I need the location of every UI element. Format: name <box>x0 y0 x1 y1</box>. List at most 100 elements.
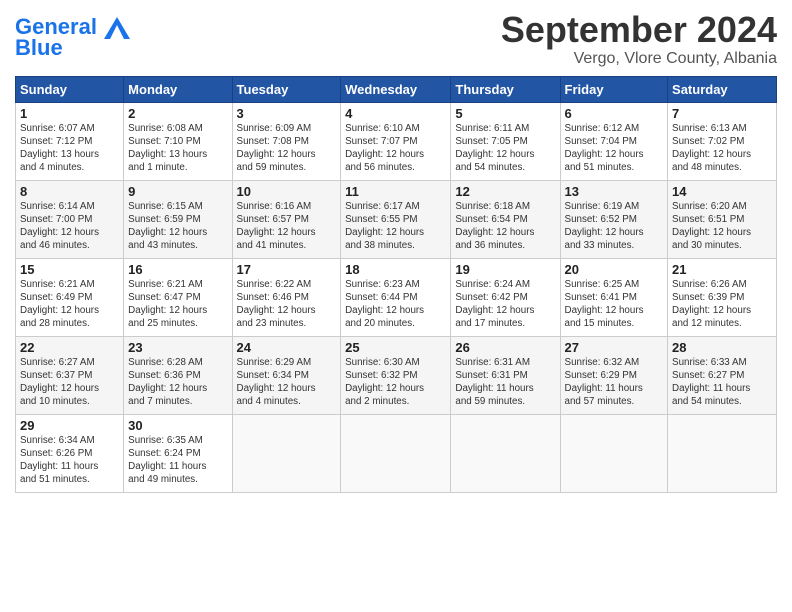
weekday-header-tuesday: Tuesday <box>232 76 341 102</box>
weekday-header-friday: Friday <box>560 76 668 102</box>
calendar-cell <box>341 414 451 492</box>
day-number: 8 <box>20 184 119 199</box>
day-info: Sunrise: 6:11 AMSunset: 7:05 PMDaylight:… <box>455 122 555 175</box>
day-info: Sunrise: 6:07 AMSunset: 7:12 PMDaylight:… <box>20 122 119 175</box>
calendar-cell: 29Sunrise: 6:34 AMSunset: 6:26 PMDayligh… <box>16 414 124 492</box>
day-info: Sunrise: 6:15 AMSunset: 6:59 PMDaylight:… <box>128 200 227 253</box>
day-info: Sunrise: 6:16 AMSunset: 6:57 PMDaylight:… <box>237 200 337 253</box>
day-info: Sunrise: 6:34 AMSunset: 6:26 PMDaylight:… <box>20 434 119 487</box>
day-info: Sunrise: 6:27 AMSunset: 6:37 PMDaylight:… <box>20 356 119 409</box>
calendar-cell: 24Sunrise: 6:29 AMSunset: 6:34 PMDayligh… <box>232 336 341 414</box>
calendar-cell: 5Sunrise: 6:11 AMSunset: 7:05 PMDaylight… <box>451 102 560 180</box>
day-number: 21 <box>672 262 772 277</box>
day-info: Sunrise: 6:10 AMSunset: 7:07 PMDaylight:… <box>345 122 446 175</box>
day-number: 4 <box>345 106 446 121</box>
day-info: Sunrise: 6:30 AMSunset: 6:32 PMDaylight:… <box>345 356 446 409</box>
day-info: Sunrise: 6:12 AMSunset: 7:04 PMDaylight:… <box>565 122 664 175</box>
calendar-cell: 10Sunrise: 6:16 AMSunset: 6:57 PMDayligh… <box>232 180 341 258</box>
calendar-cell: 2Sunrise: 6:08 AMSunset: 7:10 PMDaylight… <box>124 102 232 180</box>
month-title: September 2024 <box>501 10 777 50</box>
day-number: 12 <box>455 184 555 199</box>
day-number: 22 <box>20 340 119 355</box>
day-info: Sunrise: 6:20 AMSunset: 6:51 PMDaylight:… <box>672 200 772 253</box>
calendar-cell: 26Sunrise: 6:31 AMSunset: 6:31 PMDayligh… <box>451 336 560 414</box>
day-info: Sunrise: 6:08 AMSunset: 7:10 PMDaylight:… <box>128 122 227 175</box>
calendar-cell: 21Sunrise: 6:26 AMSunset: 6:39 PMDayligh… <box>668 258 777 336</box>
day-number: 27 <box>565 340 664 355</box>
calendar-cell <box>668 414 777 492</box>
calendar-cell: 1Sunrise: 6:07 AMSunset: 7:12 PMDaylight… <box>16 102 124 180</box>
subtitle: Vergo, Vlore County, Albania <box>501 50 777 68</box>
day-info: Sunrise: 6:21 AMSunset: 6:47 PMDaylight:… <box>128 278 227 331</box>
day-info: Sunrise: 6:13 AMSunset: 7:02 PMDaylight:… <box>672 122 772 175</box>
day-number: 25 <box>345 340 446 355</box>
calendar-cell: 12Sunrise: 6:18 AMSunset: 6:54 PMDayligh… <box>451 180 560 258</box>
calendar-cell: 23Sunrise: 6:28 AMSunset: 6:36 PMDayligh… <box>124 336 232 414</box>
calendar-cell <box>232 414 341 492</box>
day-info: Sunrise: 6:22 AMSunset: 6:46 PMDaylight:… <box>237 278 337 331</box>
weekday-header-sunday: Sunday <box>16 76 124 102</box>
calendar-cell: 18Sunrise: 6:23 AMSunset: 6:44 PMDayligh… <box>341 258 451 336</box>
day-number: 19 <box>455 262 555 277</box>
calendar: SundayMondayTuesdayWednesdayThursdayFrid… <box>15 76 777 493</box>
weekday-header-monday: Monday <box>124 76 232 102</box>
day-info: Sunrise: 6:32 AMSunset: 6:29 PMDaylight:… <box>565 356 664 409</box>
calendar-cell <box>451 414 560 492</box>
calendar-cell: 8Sunrise: 6:14 AMSunset: 7:00 PMDaylight… <box>16 180 124 258</box>
day-info: Sunrise: 6:33 AMSunset: 6:27 PMDaylight:… <box>672 356 772 409</box>
day-info: Sunrise: 6:19 AMSunset: 6:52 PMDaylight:… <box>565 200 664 253</box>
day-number: 23 <box>128 340 227 355</box>
calendar-cell: 20Sunrise: 6:25 AMSunset: 6:41 PMDayligh… <box>560 258 668 336</box>
calendar-cell <box>560 414 668 492</box>
day-number: 29 <box>20 418 119 433</box>
logo: General Blue <box>15 15 130 59</box>
title-area: September 2024 Vergo, Vlore County, Alba… <box>501 10 777 68</box>
day-number: 18 <box>345 262 446 277</box>
calendar-cell: 3Sunrise: 6:09 AMSunset: 7:08 PMDaylight… <box>232 102 341 180</box>
header: General Blue September 2024 Vergo, Vlore… <box>15 10 777 68</box>
calendar-cell: 22Sunrise: 6:27 AMSunset: 6:37 PMDayligh… <box>16 336 124 414</box>
calendar-cell: 17Sunrise: 6:22 AMSunset: 6:46 PMDayligh… <box>232 258 341 336</box>
day-info: Sunrise: 6:28 AMSunset: 6:36 PMDaylight:… <box>128 356 227 409</box>
day-info: Sunrise: 6:09 AMSunset: 7:08 PMDaylight:… <box>237 122 337 175</box>
calendar-cell: 9Sunrise: 6:15 AMSunset: 6:59 PMDaylight… <box>124 180 232 258</box>
page-container: General Blue September 2024 Vergo, Vlore… <box>0 0 792 498</box>
calendar-cell: 11Sunrise: 6:17 AMSunset: 6:55 PMDayligh… <box>341 180 451 258</box>
day-number: 7 <box>672 106 772 121</box>
day-number: 24 <box>237 340 337 355</box>
day-info: Sunrise: 6:18 AMSunset: 6:54 PMDaylight:… <box>455 200 555 253</box>
calendar-cell: 15Sunrise: 6:21 AMSunset: 6:49 PMDayligh… <box>16 258 124 336</box>
weekday-header-thursday: Thursday <box>451 76 560 102</box>
day-info: Sunrise: 6:35 AMSunset: 6:24 PMDaylight:… <box>128 434 227 487</box>
day-info: Sunrise: 6:24 AMSunset: 6:42 PMDaylight:… <box>455 278 555 331</box>
day-number: 13 <box>565 184 664 199</box>
day-number: 2 <box>128 106 227 121</box>
logo-icon <box>104 17 130 39</box>
day-info: Sunrise: 6:29 AMSunset: 6:34 PMDaylight:… <box>237 356 337 409</box>
day-number: 20 <box>565 262 664 277</box>
day-number: 30 <box>128 418 227 433</box>
day-info: Sunrise: 6:14 AMSunset: 7:00 PMDaylight:… <box>20 200 119 253</box>
calendar-cell: 27Sunrise: 6:32 AMSunset: 6:29 PMDayligh… <box>560 336 668 414</box>
calendar-cell: 7Sunrise: 6:13 AMSunset: 7:02 PMDaylight… <box>668 102 777 180</box>
day-info: Sunrise: 6:23 AMSunset: 6:44 PMDaylight:… <box>345 278 446 331</box>
day-info: Sunrise: 6:25 AMSunset: 6:41 PMDaylight:… <box>565 278 664 331</box>
day-number: 1 <box>20 106 119 121</box>
calendar-cell: 30Sunrise: 6:35 AMSunset: 6:24 PMDayligh… <box>124 414 232 492</box>
day-info: Sunrise: 6:17 AMSunset: 6:55 PMDaylight:… <box>345 200 446 253</box>
weekday-header-saturday: Saturday <box>668 76 777 102</box>
calendar-cell: 4Sunrise: 6:10 AMSunset: 7:07 PMDaylight… <box>341 102 451 180</box>
day-info: Sunrise: 6:26 AMSunset: 6:39 PMDaylight:… <box>672 278 772 331</box>
day-number: 26 <box>455 340 555 355</box>
calendar-cell: 16Sunrise: 6:21 AMSunset: 6:47 PMDayligh… <box>124 258 232 336</box>
day-number: 5 <box>455 106 555 121</box>
day-info: Sunrise: 6:21 AMSunset: 6:49 PMDaylight:… <box>20 278 119 331</box>
day-number: 17 <box>237 262 337 277</box>
day-number: 16 <box>128 262 227 277</box>
weekday-header-wednesday: Wednesday <box>341 76 451 102</box>
day-number: 10 <box>237 184 337 199</box>
calendar-cell: 6Sunrise: 6:12 AMSunset: 7:04 PMDaylight… <box>560 102 668 180</box>
calendar-cell: 25Sunrise: 6:30 AMSunset: 6:32 PMDayligh… <box>341 336 451 414</box>
calendar-cell: 19Sunrise: 6:24 AMSunset: 6:42 PMDayligh… <box>451 258 560 336</box>
calendar-cell: 14Sunrise: 6:20 AMSunset: 6:51 PMDayligh… <box>668 180 777 258</box>
